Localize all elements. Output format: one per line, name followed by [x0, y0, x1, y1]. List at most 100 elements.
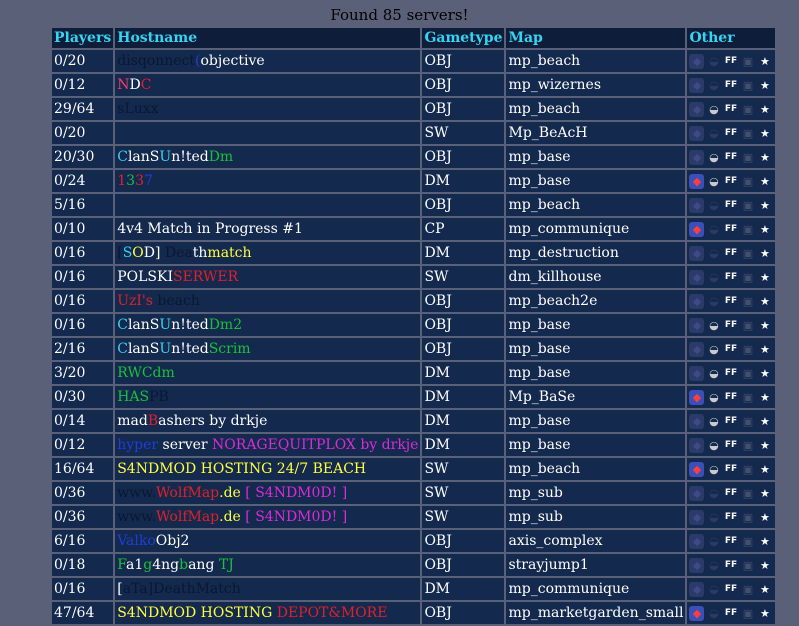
server-row[interactable]: 0/12 NDC OBJ mp_wizernes ◆ ◒ FF ▣ ★ — [52, 74, 776, 96]
other-cell: ◆ ◒ FF ▣ ★ — [687, 434, 776, 456]
hostname-cell: ClanSUn!tedScrim — [115, 338, 421, 360]
hostname-segment: g — [143, 557, 153, 573]
lock-icon: ▣ — [742, 246, 754, 260]
other-cell: ◆ ◒ FF ▣ ★ — [687, 578, 776, 600]
server-row[interactable]: 3/20 RWCdm DM mp_base ◆ ◒ FF ▣ ★ — [52, 362, 776, 384]
column-header-hostname[interactable]: Hostname — [115, 28, 421, 48]
runner-icon: ★ — [760, 438, 770, 452]
server-row[interactable]: 16/64 S4NDMOD HOSTING 24/7 BEACH SW mp_beac… — [52, 458, 776, 480]
hostname-cell: madBashers by drkje — [115, 410, 421, 432]
punkbuster-icon: ◆ — [689, 149, 705, 165]
punkbuster-icon: ◆ — [689, 533, 705, 549]
server-row[interactable]: 20/30 ClanSUn!tedDm OBJ mp_base ◆ ◒ FF ▣ ★ — [52, 146, 776, 168]
server-row[interactable]: 0/36 www.WolfMap.de [ S4NDM0D! ] SW mp_sub ◆… — [52, 482, 776, 504]
server-row[interactable]: 0/20 SW Mp_BeAcH ◆ ◒ FF ▣ ★ — [52, 122, 776, 144]
server-row[interactable]: 0/16 POLSKISERWER SW dm_killhouse ◆ ◒ FF ▣ ★ — [52, 266, 776, 288]
runner-icon: ★ — [760, 390, 770, 404]
server-row[interactable]: 0/16 [aTa]DeathMatch DM mp_communique ◆ ◒ FF ▣ ★ — [52, 578, 776, 600]
hostname-segment: hyper — [117, 437, 163, 453]
column-header-players[interactable]: Players — [52, 28, 114, 48]
map-cell: mp_sub — [506, 506, 686, 528]
server-row[interactable]: 0/10 4v4 Match in Progress #1 CP mp_communi… — [52, 218, 776, 240]
hostname-segment: WolfMap — [155, 509, 220, 525]
hostname-segment: Dm — [208, 149, 234, 165]
server-row[interactable]: 47/64 S4NDMOD HOSTING DEPOT&MORE OBJ mp_mar… — [52, 602, 776, 624]
players-cell: 0/16 — [52, 290, 114, 312]
servers-found-title: Found 85 servers! — [330, 6, 469, 24]
runner-icon: ★ — [760, 294, 770, 308]
runner-icon: ★ — [760, 534, 770, 548]
gametype-cell: DM — [422, 242, 505, 264]
hostname-segment: Dm2 — [208, 317, 243, 333]
friendly-fire-icon: FF — [724, 223, 738, 234]
hostname-cell: 4v4 Match in Progress #1 — [115, 218, 421, 240]
server-row[interactable]: 29/64 sLuxx OBJ mp_beach ◆ ◒ FF ▣ ★ — [52, 98, 776, 120]
other-cell: ◆ ◒ FF ▣ ★ — [687, 482, 776, 504]
friendly-fire-icon: FF — [724, 535, 738, 546]
server-row[interactable]: 2/16 ClanSUn!tedScrim OBJ mp_base ◆ ◒ FF ▣ ★ — [52, 338, 776, 360]
hostname-segment: 4ng — [152, 557, 180, 573]
gametype-cell: OBJ — [422, 98, 505, 120]
server-row[interactable]: 0/24 1337 DM mp_base ◆ ◒ FF ▣ ★ — [52, 170, 776, 192]
server-row[interactable]: 0/12 hyper server NORAGEQUITPLOX by drkje… — [52, 434, 776, 456]
lock-icon: ▣ — [742, 198, 754, 212]
punkbuster-icon: ◆ — [689, 485, 705, 501]
map-cell: mp_beach2e — [506, 290, 686, 312]
players-cell: 0/36 — [52, 506, 114, 528]
hostname-cell: RWCdm — [115, 362, 421, 384]
map-cell: mp_communique — [506, 578, 686, 600]
hostname-segment: RWCdm — [117, 365, 175, 381]
other-cell: ◆ ◒ FF ▣ ★ — [687, 98, 776, 120]
friendly-fire-icon: FF — [724, 151, 738, 162]
server-row[interactable]: 0/16 [SOD] Deathmatch DM mp_destruction ◆ ◒ FF… — [52, 242, 776, 264]
players-cell: 3/20 — [52, 362, 114, 384]
helmet-icon: ◒ — [709, 150, 719, 164]
hostname-cell: [aTa]DeathMatch — [115, 578, 421, 600]
server-row[interactable]: 0/16 UzI's beach OBJ mp_beach2e ◆ ◒ FF ▣ ★ — [52, 290, 776, 312]
helmet-icon: ◒ — [709, 318, 719, 332]
hostname-segment: 3 — [126, 173, 136, 189]
runner-icon: ★ — [760, 54, 770, 68]
helmet-icon: ◒ — [709, 222, 719, 236]
server-row[interactable]: 6/16 ValkoObj2 OBJ axis_complex ◆ ◒ FF ▣ ★ — [52, 530, 776, 552]
server-row[interactable]: 0/20 disqonnect(objective OBJ mp_beach ◆ ◒ FF ▣… — [52, 50, 776, 72]
hostname-segment: D — [129, 77, 141, 93]
other-cell: ◆ ◒ FF ▣ ★ — [687, 146, 776, 168]
friendly-fire-icon: FF — [724, 103, 738, 114]
punkbuster-icon: ◆ — [689, 53, 705, 69]
column-header-gametype[interactable]: Gametype — [422, 28, 505, 48]
column-header-other[interactable]: Other — [687, 28, 776, 48]
other-cell: ◆ ◒ FF ▣ ★ — [687, 530, 776, 552]
runner-icon: ★ — [760, 366, 770, 380]
hostname-segment: Dea — [164, 245, 193, 261]
column-header-map[interactable]: Map — [506, 28, 686, 48]
map-cell: mp_base — [506, 314, 686, 336]
hostname-segment: www. — [117, 509, 156, 525]
server-row[interactable]: 0/36 www.WolfMap.de [ S4NDM0D! ] SW mp_sub ◆… — [52, 506, 776, 528]
hostname-cell: Fa1g4ngbang TJ — [115, 554, 421, 576]
helmet-icon: ◒ — [709, 126, 719, 140]
helmet-icon: ◒ — [709, 342, 719, 356]
friendly-fire-icon: FF — [724, 79, 738, 90]
hostname-segment: Scrim — [208, 341, 251, 357]
map-cell: axis_complex — [506, 530, 686, 552]
hostname-segment: .de — [219, 485, 246, 501]
hostname-segment: beach — [157, 293, 200, 309]
helmet-icon: ◒ — [709, 102, 719, 116]
runner-icon: ★ — [760, 198, 770, 212]
server-row[interactable]: 0/16 ClanSUn!tedDm2 OBJ mp_base ◆ ◒ FF ▣ ★ — [52, 314, 776, 336]
server-row[interactable]: 5/16 OBJ mp_beach ◆ ◒ FF ▣ ★ — [52, 194, 776, 216]
players-cell: 0/16 — [52, 314, 114, 336]
gametype-cell: DM — [422, 434, 505, 456]
lock-icon: ▣ — [742, 510, 754, 524]
friendly-fire-icon: FF — [724, 247, 738, 258]
server-row[interactable]: 0/14 madBashers by drkje DM mp_base ◆ ◒ FF ▣ ★ — [52, 410, 776, 432]
helmet-icon: ◒ — [709, 582, 719, 596]
server-list-table: Players Hostname Gametype Map Other 0/20… — [50, 26, 778, 626]
server-row[interactable]: 0/18 Fa1g4ngbang TJ OBJ strayjump1 ◆ ◒ FF ▣ ★ — [52, 554, 776, 576]
gametype-cell: OBJ — [422, 194, 505, 216]
other-cell: ◆ ◒ FF ▣ ★ — [687, 338, 776, 360]
server-row[interactable]: 0/30 HASPB DM Mp_BaSe ◆ ◒ FF ▣ ★ — [52, 386, 776, 408]
hostname-segment: TJ — [218, 557, 234, 573]
punkbuster-icon: ◆ — [689, 365, 705, 381]
